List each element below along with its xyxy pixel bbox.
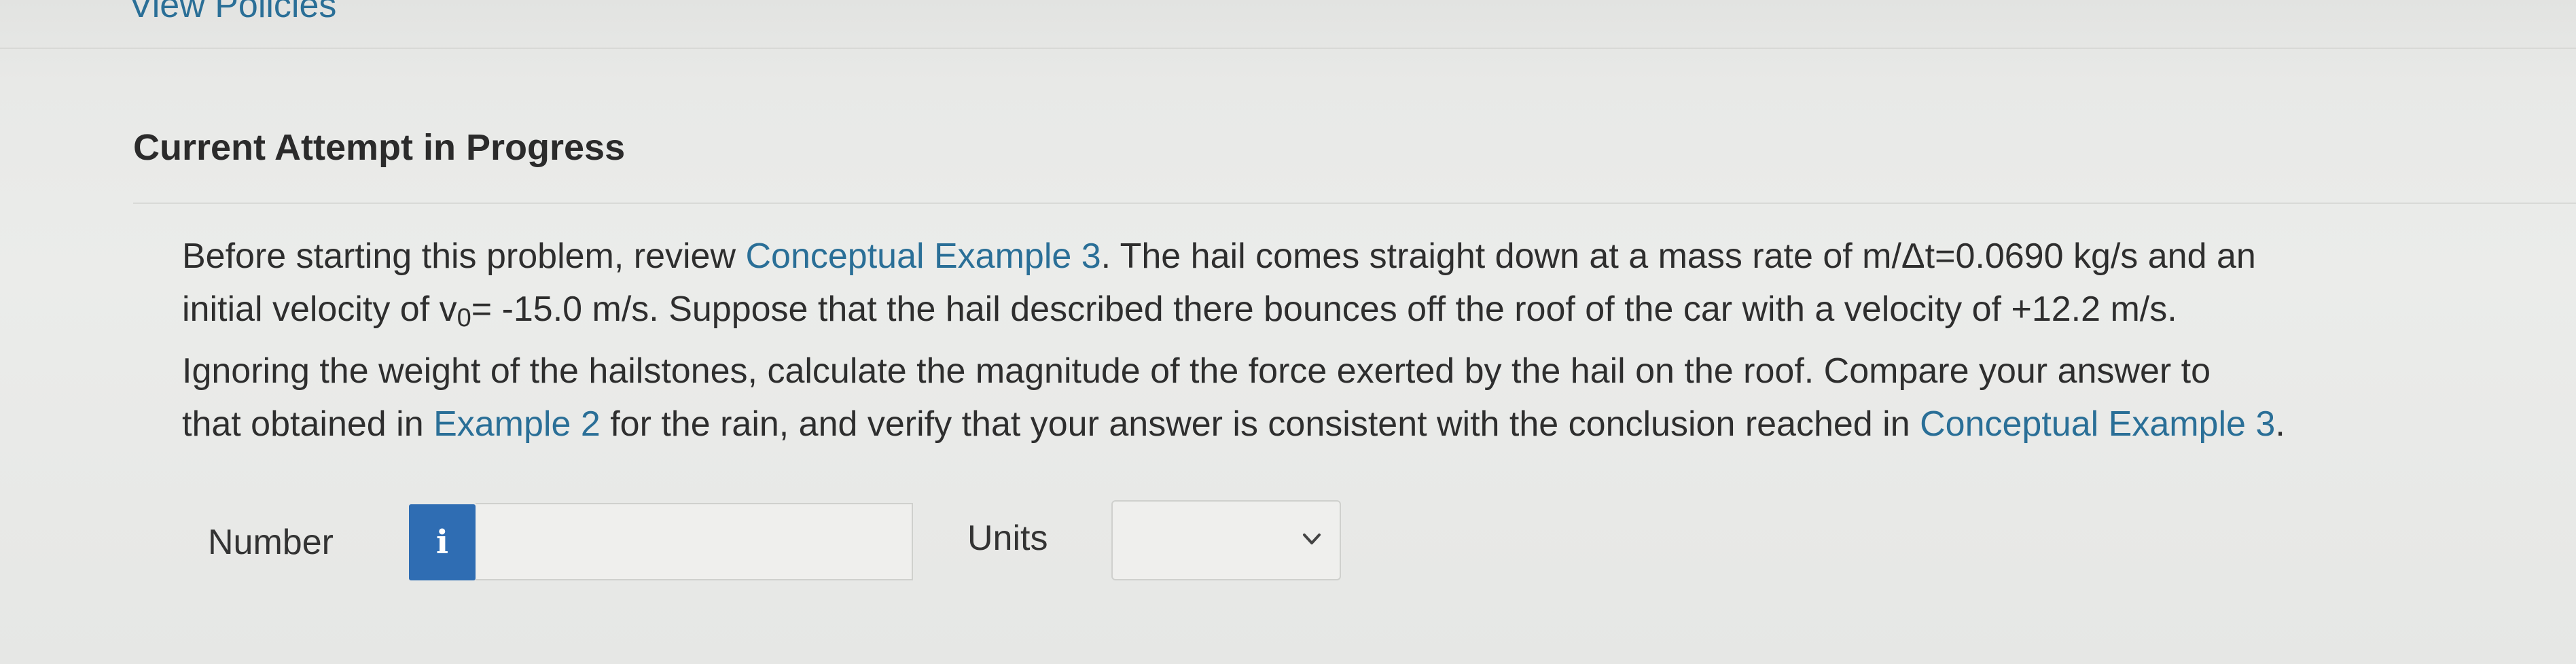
velocity-subscript: 0 <box>457 304 471 332</box>
problem-text-fragment: Before starting this problem, review <box>182 237 746 276</box>
info-icon: i <box>435 523 449 561</box>
problem-line-2: initial velocity of v0= -15.0 m/s. Suppo… <box>182 283 2546 345</box>
problem-line-1: Before starting this problem, review Con… <box>182 230 2546 283</box>
problem-line-3: Ignoring the weight of the hailstones, c… <box>182 351 2211 391</box>
problem-text-fragment: = -15.0 m/s. Suppose that the hail descr… <box>471 290 2177 329</box>
units-label: Units <box>967 519 1048 558</box>
info-button[interactable]: i <box>409 504 476 580</box>
header-divider <box>0 48 2576 49</box>
problem-text-fragment: initial velocity of v <box>182 290 457 329</box>
conceptual-example-3-link-2[interactable]: Conceptual Example 3 <box>1920 404 2275 444</box>
units-dropdown[interactable] <box>1111 500 1341 580</box>
chevron-down-icon <box>1303 534 1321 544</box>
number-input[interactable] <box>476 503 913 580</box>
problem-line-4: that obtained in Example 2 for the rain,… <box>182 398 2546 451</box>
number-label: Number <box>208 523 334 562</box>
problem-text-fragment: . <box>2275 404 2285 444</box>
question-divider <box>133 203 2576 204</box>
problem-text-fragment: for the rain, and verify that your answe… <box>600 404 1920 444</box>
problem-text-fragment: that obtained in <box>182 404 434 444</box>
view-policies-link[interactable]: View Policies <box>129 0 336 26</box>
example-2-link[interactable]: Example 2 <box>433 404 601 444</box>
problem-text: Before starting this problem, review Con… <box>182 230 2546 451</box>
attempt-status-heading: Current Attempt in Progress <box>133 127 626 168</box>
conceptual-example-3-link[interactable]: Conceptual Example 3 <box>745 237 1101 276</box>
problem-text-fragment: . The hail comes straight down at a mass… <box>1101 237 2256 276</box>
